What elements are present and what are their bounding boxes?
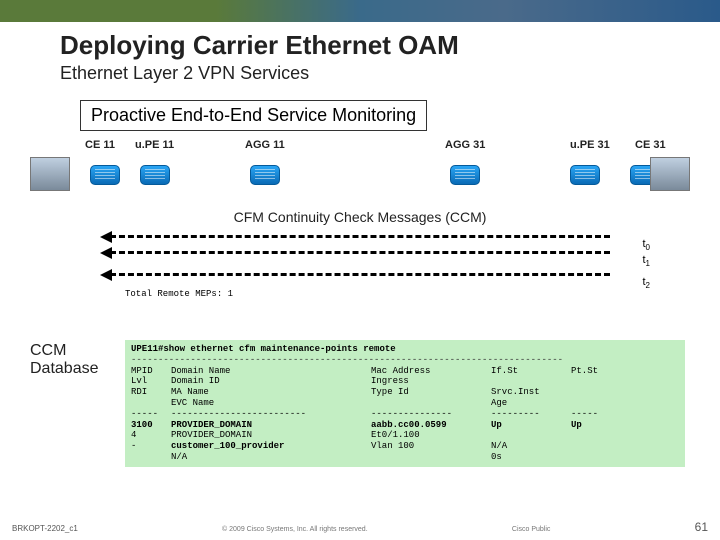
ccm-database-label: CCM Database: [30, 342, 99, 379]
slide-title: Deploying Carrier Ethernet OAM: [60, 30, 720, 61]
total-remote-meps: Total Remote MEPs: 1: [125, 289, 720, 299]
router-icon: [570, 165, 600, 185]
footer: BRKOPT-2202_c1 © 2009 Cisco Systems, Inc…: [0, 520, 720, 534]
device-labels: CE 11 u.PE 11 AGG 11 AGG 31 u.PE 31 CE 3…: [30, 139, 690, 155]
router-icon: [450, 165, 480, 185]
time-label-t2: t2: [642, 276, 650, 290]
slide-number: 61: [695, 520, 708, 534]
separator: ----------------------------------------…: [131, 355, 679, 366]
router-icon: [250, 165, 280, 185]
label-ce31: CE 31: [635, 139, 666, 151]
time-label-t1: t1: [642, 254, 650, 268]
footer-copyright: © 2009 Cisco Systems, Inc. All rights re…: [222, 526, 368, 533]
decorative-topbar: [0, 0, 720, 22]
section-banner: Proactive End-to-End Service Monitoring: [80, 100, 427, 131]
label-ce11: CE 11: [85, 139, 115, 151]
router-icon: [90, 165, 120, 185]
building-icon: [650, 157, 690, 191]
cfm-heading: CFM Continuity Check Messages (CCM): [0, 209, 720, 225]
slide-subtitle: Ethernet Layer 2 VPN Services: [60, 63, 720, 84]
arrow-icon: t2: [110, 273, 610, 276]
label-upe11: u.PE 11: [135, 139, 174, 151]
arrows-area: t0 t1 t2: [30, 229, 690, 283]
terminal-output: UPE11#show ethernet cfm maintenance-poin…: [125, 340, 685, 467]
label-agg11: AGG 11: [245, 139, 285, 151]
label-upe31: u.PE 31: [570, 139, 610, 151]
building-icon: [30, 157, 70, 191]
arrow-icon: t0: [110, 235, 610, 238]
device-row: [30, 157, 690, 197]
time-label-t0: t0: [642, 238, 650, 252]
label-agg31: AGG 31: [445, 139, 485, 151]
footer-classification: Cisco Public: [512, 526, 551, 533]
arrow-icon: t1: [110, 251, 610, 254]
router-icon: [140, 165, 170, 185]
footer-left: BRKOPT-2202_c1: [12, 524, 78, 533]
